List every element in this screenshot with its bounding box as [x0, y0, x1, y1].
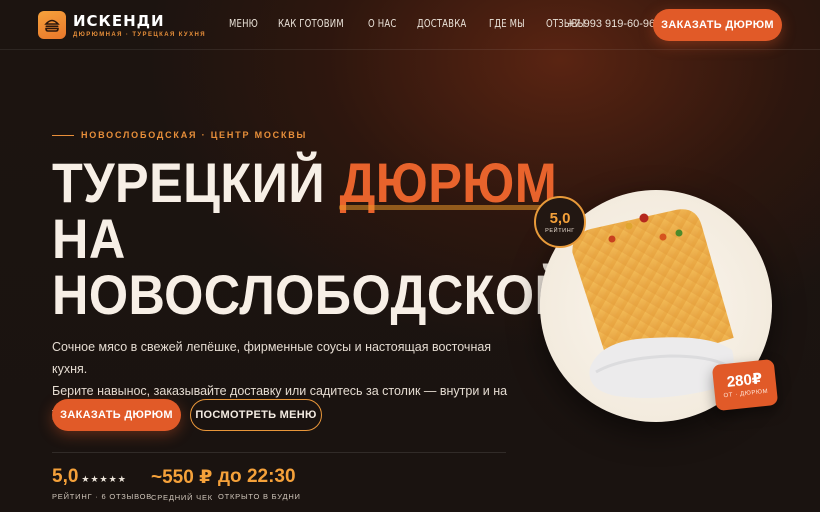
rating-badge: 5,0 РЕЙТИНГ: [534, 196, 586, 248]
main-menu: МЕНЮ КАК ГОТОВИМ О НАС ДОСТАВКА ГДЕ МЫ О…: [229, 18, 606, 30]
brand-name[interactable]: ИСКЕНДИ: [73, 12, 165, 30]
top-nav: ИСКЕНДИ ДЮРЮМНАЯ · ТУРЕЦКАЯ КУХНЯ МЕНЮ К…: [0, 0, 820, 50]
brand-tagline: ДЮРЮМНАЯ · ТУРЕЦКАЯ КУХНЯ: [73, 32, 206, 38]
menu-link-menu[interactable]: МЕНЮ: [229, 18, 258, 30]
nav-order-button[interactable]: ЗАКАЗАТЬ ДЮРЮМ: [653, 9, 782, 41]
rating-badge-label: РЕЙТИНГ: [545, 227, 575, 234]
stat-average-check-label: СРЕДНИЙ ЧЕК: [151, 493, 213, 502]
order-durum-button[interactable]: ЗАКАЗАТЬ ДЮРЮМ: [52, 399, 181, 431]
eyebrow-line: [52, 135, 74, 136]
stat-rating-label: РЕЙТИНГ · 6 ОТЗЫВОВ: [52, 492, 153, 501]
hero-lead-line1: Сочное мясо в свежей лепёшке, фирменные …: [52, 340, 492, 376]
menu-link-how-we-cook[interactable]: КАК ГОТОВИМ: [278, 18, 344, 30]
stat-average-check: ~550 ₽ СРЕДНИЙ ЧЕК: [151, 466, 213, 502]
price-badge: 280₽ ОТ · ДЮРЮМ: [711, 358, 779, 412]
stats-divider: [52, 452, 506, 453]
stars-icon: ★★★★★: [81, 474, 127, 484]
stat-hours-label: ОТКРЫТО В БУДНИ: [218, 492, 301, 501]
stat-rating-value: 5,0: [52, 466, 79, 487]
menu-link-delivery[interactable]: ДОСТАВКА: [417, 18, 466, 30]
rating-badge-value: 5,0: [549, 209, 571, 227]
stat-rating: 5,0 ★★★★★ РЕЙТИНГ · 6 ОТЗЫВОВ: [52, 466, 152, 501]
hero-title-part1: ТУРЕЦКИЙ: [52, 151, 340, 214]
hero-title: ТУРЕЦКИЙ ДЮРЮМ НА НОВОСЛОБОДСКОЙ: [52, 155, 571, 323]
phone-link[interactable]: +7 993 919-60-96: [568, 18, 655, 30]
hero-title-line3: НОВОСЛОБОДСКОЙ: [52, 263, 572, 326]
price-badge-value: 280₽: [726, 370, 764, 391]
view-menu-button[interactable]: ПОСМОТРЕТЬ МЕНЮ: [190, 399, 322, 431]
logo[interactable]: [38, 11, 66, 39]
stat-hours-value: до 22:30: [218, 466, 296, 487]
hero-eyebrow: НОВОСЛОБОДСКАЯ · ЦЕНТР МОСКВЫ: [81, 130, 308, 140]
burger-icon: [44, 19, 60, 32]
stat-hours: до 22:30 ОТКРЫТО В БУДНИ: [218, 466, 301, 501]
hero-title-accent: ДЮРЮМ: [339, 151, 558, 214]
hero-title-line2: НА: [52, 207, 126, 270]
menu-link-about[interactable]: О НАС: [368, 18, 396, 30]
menu-link-location[interactable]: ГДЕ МЫ: [489, 18, 525, 30]
stat-average-check-value: ~550 ₽: [151, 467, 213, 488]
